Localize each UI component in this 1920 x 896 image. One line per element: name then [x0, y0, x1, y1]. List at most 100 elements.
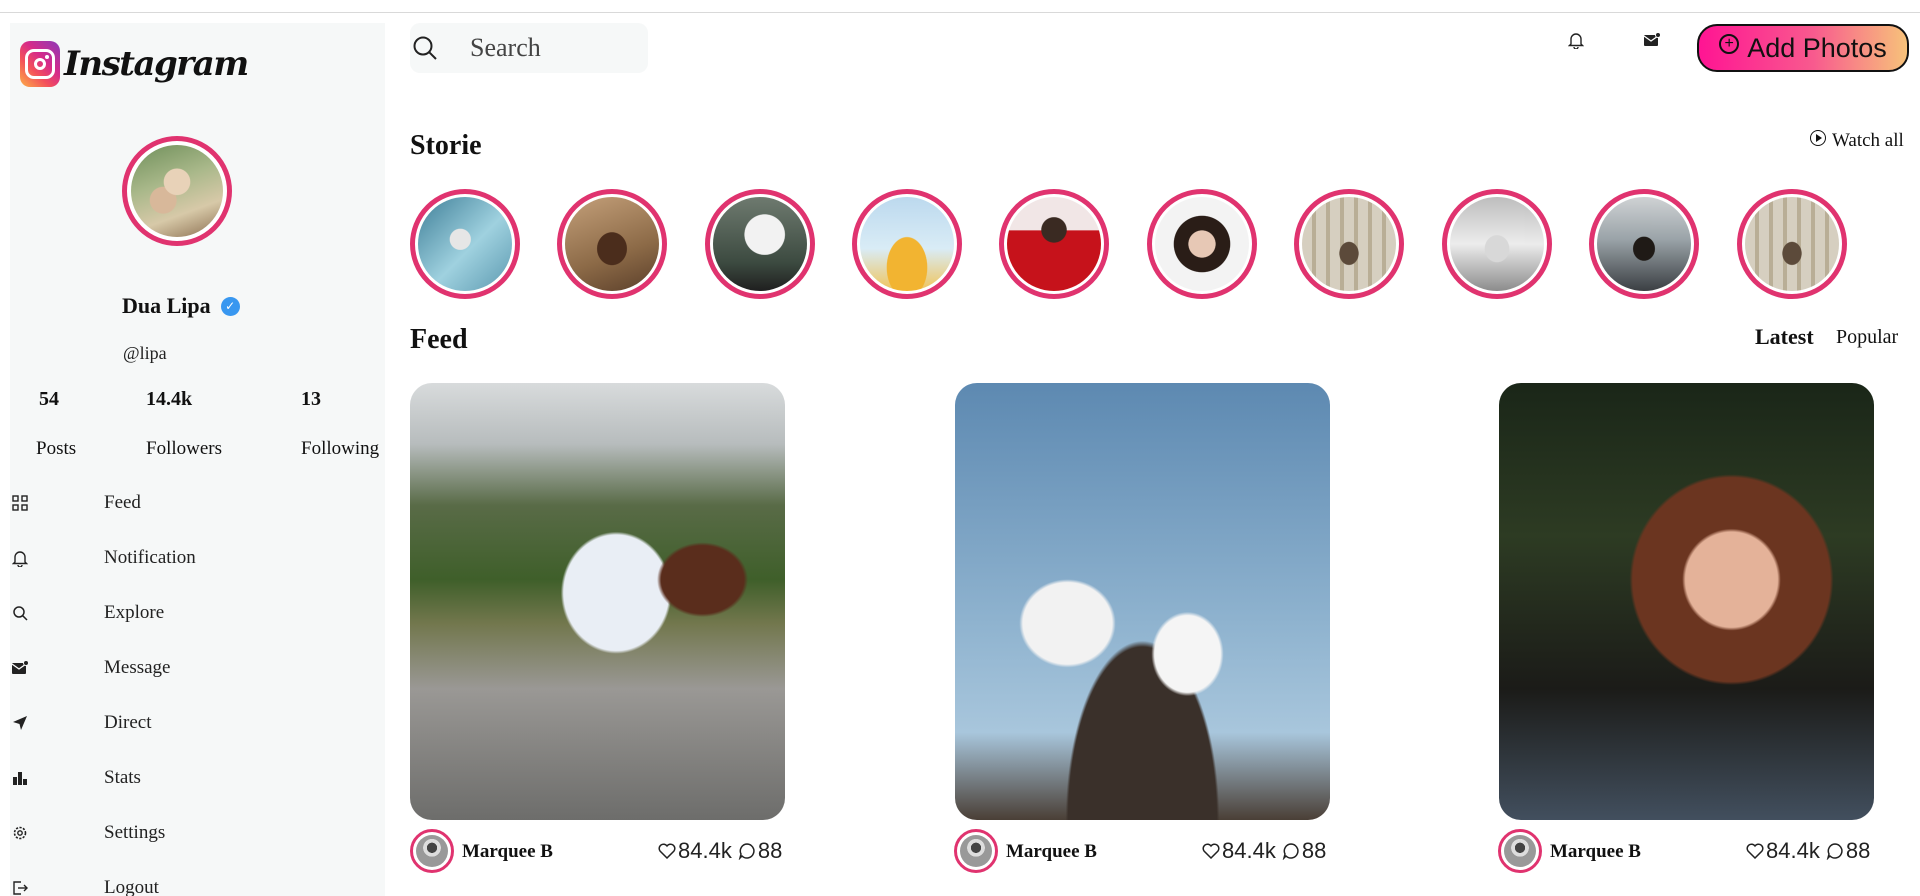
top-divider [0, 12, 1920, 13]
stat-label: Followers [146, 438, 222, 459]
watch-all-label: Watch all [1832, 130, 1904, 151]
stories-title: Storie [410, 130, 482, 161]
story-thumbnail [418, 197, 512, 291]
sidebar-item-direct[interactable]: Direct [10, 703, 385, 743]
profile-name: Dua Lipa [122, 293, 211, 318]
post-image[interactable] [1499, 383, 1874, 820]
story-thumbnail [713, 197, 807, 291]
sidebar-item-label: Message [104, 657, 171, 678]
profile-avatar[interactable] [122, 136, 232, 246]
notification-bell-icon[interactable] [1564, 28, 1588, 52]
story-item[interactable] [1442, 189, 1552, 299]
plus-circle-icon: + [1719, 34, 1740, 54]
stat-value: 14.4k [146, 388, 193, 410]
comment-icon[interactable] [738, 842, 756, 860]
tab-latest[interactable]: Latest [1755, 324, 1814, 350]
sidebar-item-settings[interactable]: Settings [10, 813, 385, 853]
story-thumbnail [1155, 197, 1249, 291]
sidebar-item-notification[interactable]: Notification [10, 538, 385, 578]
sidebar: Instagram Dua Lipa ✓ @lipa 54 Posts 14.4… [10, 23, 385, 896]
sidebar-item-label: Feed [104, 492, 141, 513]
post-author-avatar[interactable] [410, 829, 454, 873]
stat-following[interactable]: 13 Following [301, 388, 421, 460]
comment-count: 88 [1845, 838, 1871, 863]
heart-icon[interactable] [1202, 843, 1220, 859]
story-thumbnail [1745, 197, 1839, 291]
story-item[interactable] [852, 189, 962, 299]
post-author-avatar[interactable] [954, 829, 998, 873]
story-item[interactable] [410, 189, 520, 299]
profile-name-row: Dua Lipa ✓ [122, 293, 240, 319]
post-photo-mountain-scene [410, 383, 785, 820]
heart-icon[interactable] [658, 843, 676, 859]
post-author-name[interactable]: Marquee B [1550, 841, 1641, 863]
sidebar-item-label: Direct [104, 712, 152, 733]
profile-avatar-image [131, 145, 223, 237]
post-stats: 84.4k 88 [1202, 838, 1326, 864]
story-item[interactable] [1737, 189, 1847, 299]
message-icon [10, 658, 30, 678]
sidebar-item-stats[interactable]: Stats [10, 758, 385, 798]
stat-value: 13 [301, 388, 321, 410]
like-count: 84.4k [678, 838, 732, 863]
brand-name: Instagram [64, 44, 249, 84]
instagram-logo[interactable]: Instagram [20, 41, 249, 87]
sidebar-item-message[interactable]: Message [10, 648, 385, 688]
post-author-name[interactable]: Marquee B [1006, 841, 1097, 863]
post-image[interactable] [410, 383, 785, 820]
story-item[interactable] [1294, 189, 1404, 299]
sidebar-item-label: Settings [104, 822, 166, 843]
send-icon [10, 713, 30, 733]
story-thumbnail [1450, 197, 1544, 291]
watch-all-link[interactable]: Watch all [1810, 130, 1904, 152]
comment-count: 88 [1301, 838, 1327, 863]
stat-followers[interactable]: 14.4k Followers [146, 388, 266, 460]
comment-count: 88 [757, 838, 783, 863]
gear-icon [10, 823, 30, 843]
story-thumbnail [1302, 197, 1396, 291]
story-item[interactable] [1589, 189, 1699, 299]
feed-title: Feed [410, 324, 468, 355]
stat-posts[interactable]: 54 Posts [36, 388, 159, 460]
bar-chart-icon [10, 768, 30, 788]
search-bar [410, 23, 648, 73]
stat-label: Following [301, 438, 380, 459]
story-item[interactable] [557, 189, 667, 299]
play-circle-icon [1810, 130, 1826, 146]
story-thumbnail [1597, 197, 1691, 291]
verified-badge-icon: ✓ [220, 296, 240, 316]
comment-icon[interactable] [1826, 842, 1844, 860]
sidebar-item-label: Explore [104, 602, 165, 623]
story-item[interactable] [705, 189, 815, 299]
profile-handle: @lipa [123, 343, 167, 363]
sidebar-item-label: Notification [104, 547, 196, 568]
sidebar-item-logout[interactable]: Logout [10, 868, 385, 896]
add-photos-button[interactable]: + Add Photos [1697, 24, 1909, 72]
sidebar-item-feed[interactable]: Feed [10, 483, 385, 523]
post-author-name[interactable]: Marquee B [462, 841, 553, 863]
post-photo-two-figures [955, 383, 1330, 820]
post-author-avatar[interactable] [1498, 829, 1542, 873]
story-thumbnail [565, 197, 659, 291]
sidebar-item-explore[interactable]: Explore [10, 593, 385, 633]
messages-icon[interactable] [1640, 28, 1664, 52]
like-count: 84.4k [1222, 838, 1276, 863]
story-item[interactable] [999, 189, 1109, 299]
search-icon [10, 603, 30, 623]
story-thumbnail [1007, 197, 1101, 291]
search-icon[interactable] [412, 35, 438, 66]
stat-value: 54 [39, 388, 59, 410]
logout-icon [10, 878, 30, 896]
heart-icon[interactable] [1746, 843, 1764, 859]
search-input[interactable] [470, 33, 640, 63]
sidebar-item-label: Stats [104, 767, 141, 788]
post-image[interactable] [955, 383, 1330, 820]
story-item[interactable] [1147, 189, 1257, 299]
post-stats: 84.4k 88 [658, 838, 782, 864]
post-photo-portrait [1499, 383, 1874, 820]
post-meta: Marquee B 84.4k 88 [410, 829, 795, 873]
tab-popular[interactable]: Popular [1836, 326, 1898, 349]
story-thumbnail [860, 197, 954, 291]
post-meta: Marquee B 84.4k 88 [1498, 829, 1883, 873]
comment-icon[interactable] [1282, 842, 1300, 860]
